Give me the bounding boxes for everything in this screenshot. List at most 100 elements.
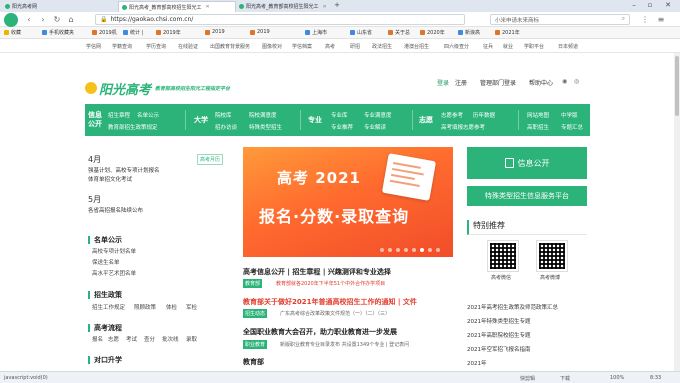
news-sub[interactable]: 教育部就各2020年下半年51个中外合作办学项目 — [276, 280, 385, 287]
maximize-icon[interactable]: ▫ — [644, 1, 656, 9]
search-icon[interactable]: ⌕ — [622, 16, 625, 23]
nav-item[interactable]: 中学版 — [561, 111, 578, 119]
section-link[interactable]: 录取 — [186, 336, 197, 345]
section-title-vocational[interactable]: 对口升学 — [88, 356, 122, 364]
zoom-level[interactable]: 100% — [610, 375, 624, 381]
news-headline[interactable]: 全国职业教育大会召开，助力职业教育进一步发展 — [243, 327, 397, 337]
news-headline[interactable]: 教育部 — [243, 357, 264, 367]
nav-item[interactable]: 专业推荐 — [331, 123, 353, 131]
site-nav-item[interactable]: 出国教育背景服务 — [210, 43, 250, 50]
site-nav-item[interactable]: 学信档案 — [292, 43, 312, 50]
close-tab-icon[interactable]: ✕ — [206, 4, 210, 10]
nav-category-university[interactable]: 大学 — [193, 116, 209, 125]
section-link[interactable]: 报名 — [92, 336, 103, 345]
info-disclosure-button[interactable]: 信息公开 — [467, 147, 587, 179]
carousel-dot[interactable] — [388, 248, 392, 252]
nav-category-volunteer[interactable]: 志愿 — [418, 116, 434, 125]
extensions-icon[interactable]: ⋮ — [640, 15, 650, 24]
nav-item[interactable]: 高职招生 — [527, 123, 549, 131]
news-sub[interactable]: 广东高考综合改革政策文件规范（一）（二）（三） — [280, 310, 390, 317]
nav-item[interactable]: 院校满意度 — [249, 111, 277, 119]
bookmark-item[interactable]: 统计 | — [123, 29, 143, 36]
nav-item[interactable]: 招办访谈 — [215, 123, 237, 131]
login-link[interactable]: 登录 — [437, 78, 449, 87]
register-link[interactable]: 注册 — [455, 78, 467, 87]
minimize-icon[interactable]: – — [628, 1, 640, 9]
bookmark-item[interactable]: 上海市 — [305, 29, 327, 36]
calendar-line[interactable]: 体育单招文化考试 — [88, 176, 228, 185]
nav-item[interactable]: 名单公示 — [137, 111, 159, 119]
section-title-lists[interactable]: 名单公示 — [88, 236, 122, 244]
section-title-policy[interactable]: 招生政策 — [88, 291, 122, 299]
section-link[interactable]: 照顾政策 — [134, 304, 156, 313]
bookmark-item[interactable]: 2019 — [205, 29, 225, 35]
site-nav-item[interactable]: 学信网 — [86, 43, 101, 50]
carousel-dot[interactable] — [396, 248, 400, 252]
nav-item[interactable]: 网站地图 — [527, 111, 549, 119]
site-nav-item[interactable]: 征兵 — [483, 43, 493, 50]
site-nav-item[interactable]: 在线验证 — [178, 43, 198, 50]
site-nav-item[interactable]: 就业 — [503, 43, 513, 50]
tab-1[interactable]: 阳光高考网 — [2, 1, 72, 12]
recommend-link[interactable]: 2021年 — [467, 359, 487, 367]
site-nav-item[interactable]: 四六级查分 — [444, 43, 469, 50]
section-link[interactable]: 查分 — [144, 336, 155, 345]
section-link[interactable]: 高校专项计划名单 — [92, 248, 136, 257]
site-nav-item[interactable]: 研招 — [350, 43, 360, 50]
site-nav-item[interactable]: 学籍查询 — [112, 43, 132, 50]
exam-calendar-badge[interactable]: 高考月历 — [197, 154, 224, 165]
menu-icon[interactable]: ≡ — [656, 15, 666, 24]
site-nav-item[interactable]: 图像校对 — [262, 43, 282, 50]
bookmark-item[interactable]: 2019年 — [156, 29, 181, 36]
nav-item[interactable]: 专业满意度 — [364, 111, 392, 119]
bookmark-item[interactable]: 2019 — [250, 29, 270, 35]
bookmark-item[interactable]: 山东省 — [350, 29, 372, 36]
new-tab-icon[interactable]: + — [331, 1, 343, 9]
recommend-link[interactable]: 2021年高职院校招生专题 — [467, 331, 531, 339]
nav-item[interactable]: 教育部招生政策规定 — [108, 123, 158, 131]
bookmark-item[interactable]: 2020年 — [420, 29, 445, 36]
news-sub[interactable]: 新版职业教育专业目录发布 共设置1349个专业 | 登记表问 — [280, 341, 409, 348]
special-admission-button[interactable]: 特殊类型招生信息服务平台 — [467, 186, 587, 206]
home-icon[interactable]: ⌂ — [66, 15, 76, 24]
site-logo[interactable]: 阳光高考 教育部高校招生阳光工程指定平台 — [85, 78, 235, 98]
recommend-link[interactable]: 2021年特殊类型招生专题 — [467, 317, 531, 325]
nav-category-major[interactable]: 专业 — [307, 116, 323, 125]
carousel-dot[interactable] — [380, 248, 384, 252]
refresh-icon[interactable]: ↻ — [52, 15, 62, 24]
nav-item[interactable]: 专业库 — [331, 111, 348, 119]
section-link[interactable]: 志愿 — [108, 336, 119, 345]
help-center-link[interactable]: 帮助中心 — [529, 78, 553, 87]
browser-search-input[interactable]: 小米申请未来商标 ⌕ — [490, 14, 630, 25]
admin-login-link[interactable]: 管理部门登录 — [480, 78, 516, 87]
bookmark-item[interactable]: 新浪高 — [458, 29, 480, 36]
site-nav-item[interactable]: 学历查询 — [146, 43, 166, 50]
status-item[interactable]: 快剪辑 — [520, 375, 535, 382]
site-nav-item[interactable]: 学职平台 — [524, 43, 544, 50]
bookmark-item[interactable]: 手机收藏夹 — [42, 29, 74, 36]
status-item[interactable]: 下载 — [560, 375, 570, 382]
scrollbar-thumb[interactable] — [675, 56, 679, 116]
back-icon[interactable]: ‹ — [24, 15, 34, 24]
section-link[interactable]: 考试 — [126, 336, 137, 345]
site-nav-item[interactable]: 政法招生 — [372, 43, 392, 50]
carousel-dot[interactable] — [436, 248, 440, 252]
calendar-line[interactable]: 强基计划、高校专项计划报名 — [88, 167, 228, 176]
section-link[interactable]: 军检 — [186, 304, 197, 313]
forward-icon[interactable]: › — [38, 15, 48, 24]
nav-item[interactable]: 高考填报志愿参考 — [441, 123, 485, 131]
nav-item[interactable]: 专题汇总 — [561, 123, 583, 131]
weibo-icon[interactable]: ◉ — [562, 78, 567, 85]
tab-2[interactable]: 阳光高考_教育部高校招生阳光工 ✕ — [118, 1, 236, 12]
nav-item[interactable]: 特殊类型招生 — [249, 123, 282, 131]
tab-3[interactable]: 阳光高考_教育部高校招生阳光工 ✕ — [236, 1, 330, 12]
site-nav-item[interactable]: 港澳台招生 — [404, 43, 429, 50]
nav-item[interactable]: 专业解读 — [364, 123, 386, 131]
carousel-dot[interactable] — [404, 248, 408, 252]
section-title-process[interactable]: 高考流程 — [88, 324, 122, 332]
carousel-dot[interactable] — [412, 248, 416, 252]
section-link[interactable]: 高水平艺术团名单 — [92, 270, 136, 279]
bookmark-item[interactable]: 2019机 — [92, 29, 117, 36]
section-link[interactable]: 保送生名单 — [92, 259, 120, 268]
wechat-icon[interactable]: ◎ — [574, 78, 579, 85]
